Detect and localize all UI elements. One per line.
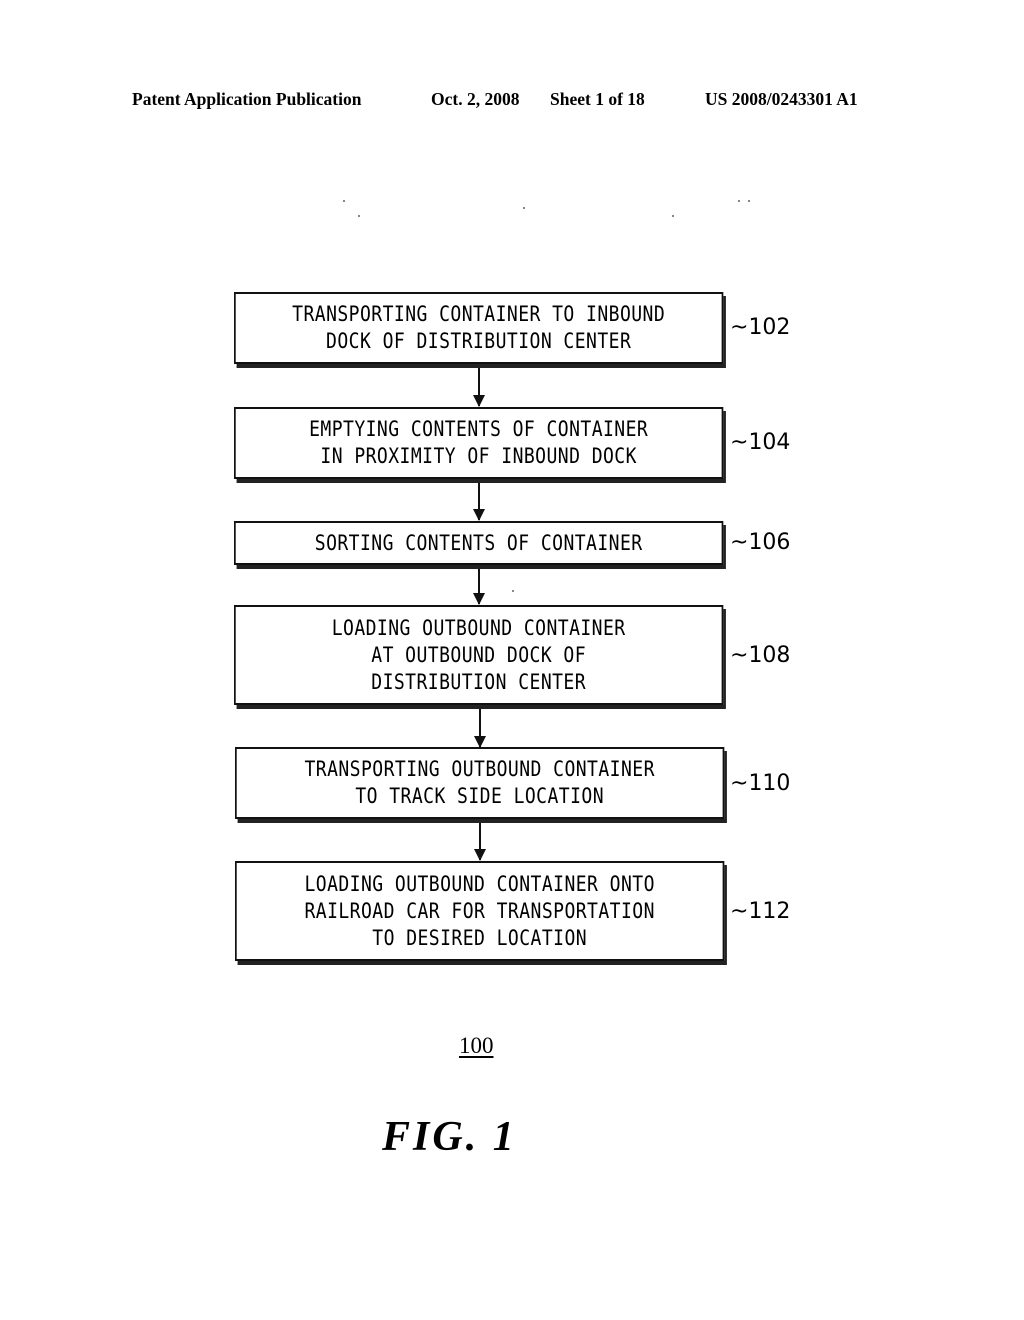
scan-artifact bbox=[523, 207, 525, 209]
step-ref-108: ~ 108 bbox=[730, 643, 790, 668]
leader-line: ~ bbox=[730, 643, 749, 668]
flow-arrow bbox=[474, 709, 486, 748]
step-ref-104: ~ 104 bbox=[730, 430, 790, 455]
flowchart-step-102: TRANSPORTING CONTAINER TO INBOUND DOCK O… bbox=[234, 292, 724, 364]
sheet-number: Sheet 1 of 18 bbox=[550, 89, 645, 109]
scan-artifact bbox=[738, 200, 740, 202]
flowchart-step-110: TRANSPORTING OUTBOUND CONTAINER TO TRACK… bbox=[235, 747, 725, 819]
scan-artifact bbox=[672, 215, 674, 217]
flow-arrow bbox=[473, 368, 485, 407]
scan-artifact bbox=[358, 215, 360, 217]
flow-arrow bbox=[474, 823, 486, 861]
scan-artifact bbox=[512, 590, 514, 592]
flowchart-step-108: LOADING OUTBOUND CONTAINER AT OUTBOUND D… bbox=[234, 605, 724, 705]
scan-artifact bbox=[748, 200, 750, 202]
publication-date: Oct. 2, 2008 bbox=[431, 89, 520, 109]
flowchart-step-112: LOADING OUTBOUND CONTAINER ONTO RAILROAD… bbox=[235, 861, 725, 961]
step-text: LOADING OUTBOUND CONTAINER AT OUTBOUND D… bbox=[331, 615, 626, 694]
step-text: TRANSPORTING CONTAINER TO INBOUND DOCK O… bbox=[292, 302, 666, 353]
ref-number: 104 bbox=[748, 430, 791, 455]
figure-reference-number: 100 bbox=[459, 1033, 494, 1058]
step-text: LOADING OUTBOUND CONTAINER ONTO RAILROAD… bbox=[304, 871, 655, 950]
ref-number: 110 bbox=[748, 771, 791, 796]
leader-line: ~ bbox=[730, 315, 749, 340]
leader-line: ~ bbox=[730, 530, 749, 555]
step-text: SORTING CONTENTS OF CONTAINER bbox=[314, 530, 643, 555]
publication-type: Patent Application Publication bbox=[132, 89, 362, 109]
flow-arrow bbox=[473, 569, 485, 605]
ref-number: 112 bbox=[748, 899, 791, 924]
step-ref-112: ~ 112 bbox=[730, 899, 790, 924]
ref-number: 102 bbox=[748, 315, 791, 340]
flowchart-step-106: SORTING CONTENTS OF CONTAINER bbox=[234, 521, 724, 565]
patent-number: US 2008/0243301 A1 bbox=[705, 89, 858, 109]
ref-number: 108 bbox=[748, 643, 791, 668]
flow-arrow bbox=[473, 483, 485, 521]
ref-number: 106 bbox=[748, 530, 791, 555]
step-text: TRANSPORTING OUTBOUND CONTAINER TO TRACK… bbox=[304, 757, 655, 808]
step-ref-106: ~ 106 bbox=[730, 530, 790, 555]
leader-line: ~ bbox=[730, 771, 749, 796]
leader-line: ~ bbox=[730, 899, 749, 924]
patent-header: Patent Application Publication Oct. 2, 2… bbox=[132, 89, 892, 113]
leader-line: ~ bbox=[730, 430, 749, 455]
scan-artifact bbox=[343, 200, 345, 202]
flowchart-step-104: EMPTYING CONTENTS OF CONTAINER IN PROXIM… bbox=[234, 407, 724, 479]
figure-label: FIG. 1 bbox=[382, 1114, 517, 1160]
step-ref-110: ~ 110 bbox=[730, 771, 790, 796]
step-ref-102: ~ 102 bbox=[730, 315, 790, 340]
step-text: EMPTYING CONTENTS OF CONTAINER IN PROXIM… bbox=[309, 417, 649, 468]
